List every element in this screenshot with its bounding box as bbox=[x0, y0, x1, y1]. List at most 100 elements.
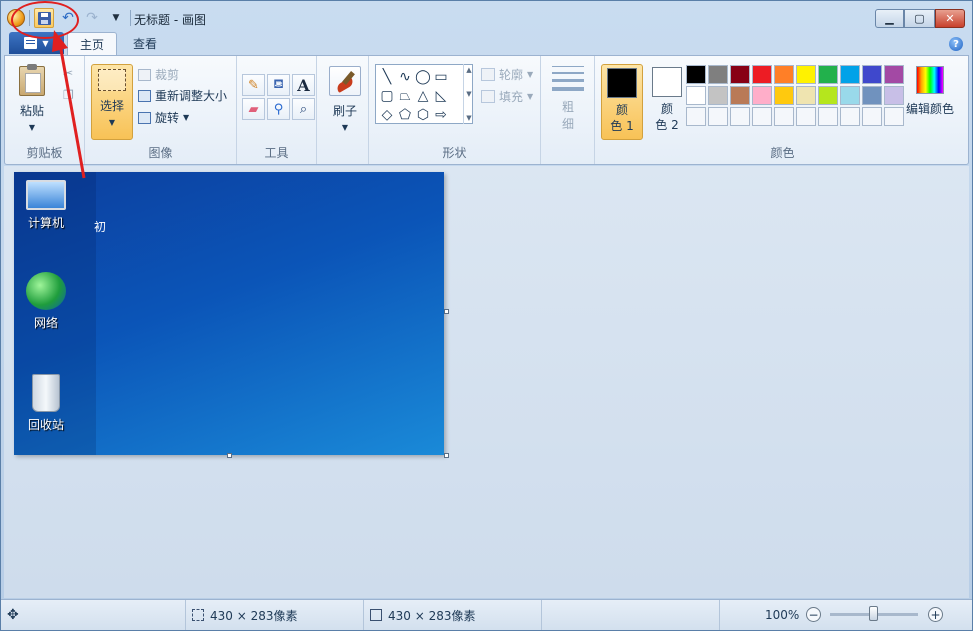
window-controls: ▁ ▢ ✕ bbox=[875, 9, 965, 28]
colors-group-label: 颜色 bbox=[770, 146, 795, 160]
network-globe-icon bbox=[26, 272, 66, 310]
canvas-area[interactable]: 计算机 初 网络 回收站 bbox=[4, 166, 969, 598]
palette-swatch[interactable] bbox=[708, 86, 728, 105]
zoom-in-button[interactable]: + bbox=[928, 607, 943, 622]
resize-button[interactable]: 重新调整大小 bbox=[138, 87, 227, 104]
polygon-shape-icon[interactable]: ⏢ bbox=[396, 86, 414, 105]
paint-window: ↶ ↷ ▼ 无标题 - 画图 ▁ ▢ ✕ ▼ 主页 查看 ? 粘贴 ▼ ✂ 剪贴… bbox=[0, 0, 973, 631]
pentagon-shape-icon[interactable]: ⬠ bbox=[396, 105, 414, 124]
palette-swatch[interactable] bbox=[686, 86, 706, 105]
rounded-rectangle-shape-icon[interactable]: ▢ bbox=[378, 86, 396, 105]
custom-color-slot[interactable] bbox=[708, 107, 728, 126]
dropdown-arrow-icon: ▼ bbox=[527, 70, 534, 79]
diamond-shape-icon[interactable]: ◇ bbox=[378, 105, 396, 124]
palette-swatch[interactable] bbox=[708, 65, 728, 84]
palette-swatch[interactable] bbox=[884, 65, 904, 84]
custom-color-slot[interactable] bbox=[796, 107, 816, 126]
curve-shape-icon[interactable]: ∿ bbox=[396, 67, 414, 86]
palette-swatch[interactable] bbox=[884, 86, 904, 105]
palette-swatch[interactable] bbox=[862, 86, 882, 105]
fill-bucket-icon[interactable]: ⛾ bbox=[267, 74, 290, 96]
edit-colors-label: 编辑颜色 bbox=[905, 102, 954, 116]
color-2-button[interactable]: 颜 色 2 bbox=[646, 64, 688, 140]
right-triangle-shape-icon[interactable]: ◺ bbox=[432, 86, 450, 105]
triangle-shape-icon[interactable]: △ bbox=[414, 86, 432, 105]
rotate-button[interactable]: 旋转 ▼ bbox=[138, 109, 189, 126]
custom-color-slot[interactable] bbox=[818, 107, 838, 126]
resize-handle-right[interactable] bbox=[444, 309, 449, 314]
text-tool-icon[interactable]: A bbox=[292, 74, 315, 96]
cursor-position-cell: ✥ bbox=[1, 600, 186, 630]
color-palette bbox=[685, 64, 905, 127]
outline-button[interactable]: 轮廓 ▼ bbox=[481, 66, 533, 83]
line-size-icon bbox=[552, 66, 584, 96]
color-2-label-a: 颜 bbox=[660, 102, 673, 116]
resize-handle-bottom[interactable] bbox=[227, 453, 232, 458]
palette-swatch[interactable] bbox=[730, 65, 750, 84]
brushes-label: 刷子 bbox=[332, 104, 357, 118]
hexagon-shape-icon[interactable]: ⬡ bbox=[414, 105, 432, 124]
custom-color-slot[interactable] bbox=[752, 107, 772, 126]
scroll-down-icon[interactable]: ▼ bbox=[466, 90, 471, 98]
scroll-up-icon[interactable]: ▲ bbox=[466, 66, 471, 74]
palette-swatch[interactable] bbox=[730, 86, 750, 105]
image-size-icon bbox=[370, 609, 382, 621]
color-picker-icon[interactable]: ⚲ bbox=[267, 98, 290, 120]
custom-color-slot[interactable] bbox=[840, 107, 860, 126]
close-icon: ✕ bbox=[945, 12, 955, 25]
tab-view[interactable]: 查看 bbox=[121, 32, 169, 55]
image-size-text: 430 × 283像素 bbox=[388, 608, 476, 623]
zoom-slider-thumb[interactable] bbox=[869, 606, 878, 621]
custom-color-slot[interactable] bbox=[862, 107, 882, 126]
palette-swatch[interactable] bbox=[840, 65, 860, 84]
fill-button[interactable]: 填充 ▼ bbox=[481, 88, 533, 105]
pencil-icon[interactable]: ✎ bbox=[242, 74, 265, 96]
ribbon-tab-row: ▼ 主页 查看 ? bbox=[1, 31, 972, 55]
palette-swatch[interactable] bbox=[774, 86, 794, 105]
zoom-level: 100% bbox=[765, 608, 800, 622]
palette-swatch[interactable] bbox=[840, 86, 860, 105]
oval-shape-icon[interactable]: ◯ bbox=[414, 67, 432, 86]
pasted-desktop-image[interactable]: 计算机 初 网络 回收站 bbox=[14, 172, 444, 455]
custom-color-slot[interactable] bbox=[730, 107, 750, 126]
custom-color-slot[interactable] bbox=[774, 107, 794, 126]
help-icon[interactable]: ? bbox=[949, 37, 963, 51]
move-cursor-icon: ✥ bbox=[7, 607, 19, 623]
palette-swatch[interactable] bbox=[774, 65, 794, 84]
eraser-icon[interactable]: ▰ bbox=[242, 98, 265, 120]
edit-colors-button[interactable]: 编辑颜色 bbox=[904, 66, 956, 117]
resize-handle-corner[interactable] bbox=[444, 453, 449, 458]
line-shape-icon[interactable]: ╲ bbox=[378, 67, 396, 86]
rectangle-shape-icon[interactable]: ▭ bbox=[432, 67, 450, 86]
color-1-label-b: 色 1 bbox=[610, 119, 634, 133]
magnifier-icon[interactable]: ⌕ bbox=[292, 98, 315, 120]
crop-button[interactable]: 裁剪 bbox=[138, 66, 179, 83]
maximize-icon: ▢ bbox=[914, 12, 925, 25]
shapes-scroll[interactable]: ▲ ▼ ▼ bbox=[463, 64, 474, 124]
palette-swatch[interactable] bbox=[752, 65, 772, 84]
palette-swatch[interactable] bbox=[796, 86, 816, 105]
palette-swatch[interactable] bbox=[862, 65, 882, 84]
color-1-button[interactable]: 颜 色 1 bbox=[601, 64, 643, 140]
palette-swatch[interactable] bbox=[818, 86, 838, 105]
desktop-icon-recycle-bin: 回收站 bbox=[18, 374, 74, 433]
palette-swatch[interactable] bbox=[752, 86, 772, 105]
zoom-out-button[interactable]: − bbox=[806, 607, 821, 622]
dropdown-arrow-icon: ▼ bbox=[112, 13, 120, 23]
palette-swatch[interactable] bbox=[818, 65, 838, 84]
palette-swatch[interactable] bbox=[796, 65, 816, 84]
palette-swatch[interactable] bbox=[686, 65, 706, 84]
custom-color-slot[interactable] bbox=[686, 107, 706, 126]
tools-grid: ✎ ⛾ A ▰ ⚲ ⌕ bbox=[242, 74, 315, 120]
maximize-button[interactable]: ▢ bbox=[904, 9, 935, 28]
brushes-button[interactable]: 刷子 ▼ bbox=[327, 66, 363, 140]
color-1-label-a: 颜 bbox=[615, 103, 628, 117]
outline-label: 轮廓 bbox=[499, 68, 524, 82]
customize-qat-button[interactable]: ▼ bbox=[106, 8, 126, 28]
more-shapes-icon[interactable]: ▼ bbox=[466, 114, 471, 122]
minimize-button[interactable]: ▁ bbox=[875, 9, 904, 28]
size-button[interactable]: 粗 细 bbox=[551, 66, 585, 132]
close-button[interactable]: ✕ bbox=[935, 9, 965, 28]
custom-color-slot[interactable] bbox=[884, 107, 904, 126]
arrow-shape-icon[interactable]: ⇨ bbox=[432, 105, 450, 124]
